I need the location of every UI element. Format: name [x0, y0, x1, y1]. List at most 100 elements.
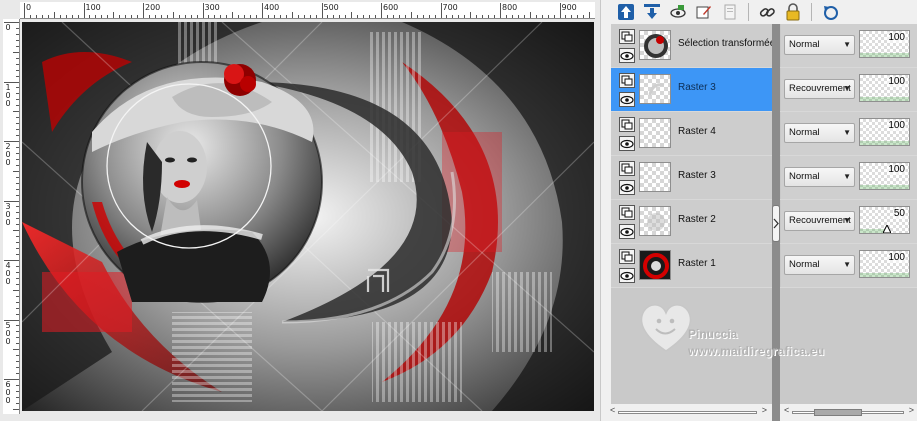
blend-mode-dropdown[interactable]: Normal ▼: [784, 123, 855, 143]
ruler-tick: [16, 93, 19, 95]
ruler-tick: [589, 12, 591, 18]
ruler-tick: [250, 15, 252, 18]
layer-name-cell[interactable]: Raster 3: [611, 68, 773, 111]
ruler-tick: [398, 15, 400, 18]
canvas-area[interactable]: 0 100 200 300 400 500 600 700 800 900 0 100 200 300 4…: [0, 0, 600, 421]
ruler-tick: [494, 15, 496, 18]
ruler-tick: [16, 194, 19, 196]
eye-icon[interactable]: [619, 268, 635, 283]
ruler-tick: [505, 15, 507, 18]
ruler-tick: [452, 15, 454, 18]
layer-properties-icon[interactable]: [719, 2, 741, 22]
ruler-tick: [16, 105, 19, 107]
opacity-slider-marker[interactable]: [882, 225, 891, 233]
ruler-tick: [238, 15, 240, 18]
layer-row[interactable]: Raster 2 Recouvrement ▼ 50: [611, 200, 917, 244]
opacity-field[interactable]: 100: [859, 118, 910, 146]
layer-row[interactable]: Raster 3 Recouvrement ▼ 100: [611, 68, 917, 112]
heart-smiley-logo: [640, 304, 692, 352]
ruler-tick: [244, 15, 246, 18]
ruler-tick: [16, 295, 19, 297]
eye-icon[interactable]: [619, 48, 635, 63]
opacity-field[interactable]: 50: [859, 206, 910, 234]
layer-group-icon[interactable]: [619, 29, 635, 44]
ruler-tick: [24, 3, 25, 18]
ruler-tick: [434, 15, 436, 18]
blend-mode-dropdown[interactable]: Normal ▼: [784, 255, 855, 275]
ruler-tick: [16, 129, 19, 131]
layer-name-cell[interactable]: Raster 3: [611, 156, 773, 199]
layer-name: Raster 3: [678, 170, 716, 181]
eye-icon[interactable]: [619, 136, 635, 151]
ruler-tick: [16, 301, 19, 303]
blend-mode-dropdown[interactable]: Recouvrement ▼: [784, 79, 855, 99]
opacity-field[interactable]: 100: [859, 74, 910, 102]
layer-row[interactable]: Raster 3 Normal ▼ 100: [611, 156, 917, 200]
chevron-down-icon: ▼: [843, 84, 851, 93]
layer-thumbnail: [639, 74, 671, 104]
ruler-tick: [577, 15, 579, 18]
refresh-icon[interactable]: [819, 2, 841, 22]
ruler-tick: [16, 402, 19, 404]
link-icon[interactable]: [756, 2, 778, 22]
blend-mode-dropdown[interactable]: Recouvrement ▼: [784, 211, 855, 231]
layer-list-scrollbar-right[interactable]: < >: [784, 405, 914, 419]
layer-group-icon[interactable]: [619, 117, 635, 132]
visibility-toggle-icon[interactable]: [667, 2, 689, 22]
opacity-field[interactable]: 100: [859, 30, 910, 58]
ruler-label: 400: [264, 3, 280, 12]
eye-icon[interactable]: [619, 92, 635, 107]
layer-list-scrollbar-left[interactable]: < >: [610, 405, 767, 419]
ruler-tick: [309, 15, 311, 18]
ruler-tick: [143, 3, 144, 18]
layer-name: Raster 3: [678, 82, 716, 93]
ruler-label: 100: [85, 3, 101, 12]
lock-icon[interactable]: [782, 2, 804, 22]
eye-icon[interactable]: [619, 224, 635, 239]
edit-layer-icon[interactable]: [693, 2, 715, 22]
promote-layer-icon[interactable]: [615, 2, 637, 22]
opacity-field[interactable]: 100: [859, 250, 910, 278]
layer-group-icon[interactable]: [619, 205, 635, 220]
layer-name-cell[interactable]: Raster 1: [611, 244, 773, 287]
ruler-tick: [410, 12, 412, 18]
chevron-down-icon: ▼: [843, 40, 851, 49]
layer-thumbnail: [639, 206, 671, 236]
layer-group-icon[interactable]: [619, 161, 635, 176]
demote-layer-icon[interactable]: [641, 2, 663, 22]
ruler-tick: [16, 27, 19, 29]
ruler-tick: [321, 3, 323, 18]
ruler-tick: [535, 15, 537, 18]
layer-row[interactable]: Sélection transformée Normal ▼ 100: [611, 24, 917, 68]
ruler-label: 500: [323, 3, 339, 12]
layer-name-cell[interactable]: Raster 4: [611, 112, 773, 155]
layer-thumbnail: [639, 118, 671, 148]
ruler-tick: [16, 75, 19, 77]
ruler-tick: [16, 176, 19, 178]
ruler-tick: [202, 3, 204, 18]
image-canvas[interactable]: [22, 22, 594, 411]
ruler-tick: [13, 51, 19, 53]
blend-mode-dropdown[interactable]: Normal ▼: [784, 35, 855, 55]
ruler-tick: [404, 15, 406, 18]
blend-mode-value: Recouvrement: [789, 83, 851, 94]
layer-group-icon[interactable]: [619, 73, 635, 88]
ruler-tick: [154, 15, 156, 18]
layer-mode-cell: Recouvrement ▼ 50: [781, 200, 917, 243]
ruler-tick: [285, 15, 287, 18]
splitter-handle[interactable]: [772, 205, 780, 242]
ruler-label: 100: [5, 82, 11, 108]
ruler-tick: [553, 15, 555, 18]
ruler-tick: [190, 15, 192, 18]
ruler-tick: [29, 15, 31, 18]
opacity-field[interactable]: 100: [859, 162, 910, 190]
chevron-down-icon: ▼: [843, 172, 851, 181]
blend-mode-dropdown[interactable]: Normal ▼: [784, 167, 855, 187]
layer-row[interactable]: Raster 1 Normal ▼ 100: [611, 244, 917, 288]
layer-name-cell[interactable]: Raster 2: [611, 200, 773, 243]
layer-row[interactable]: Raster 4 Normal ▼ 100: [611, 112, 917, 156]
eye-icon[interactable]: [619, 180, 635, 195]
layer-name-cell[interactable]: Sélection transformée: [611, 24, 775, 67]
layer-group-icon[interactable]: [619, 249, 635, 264]
ruler-tick: [107, 15, 109, 18]
